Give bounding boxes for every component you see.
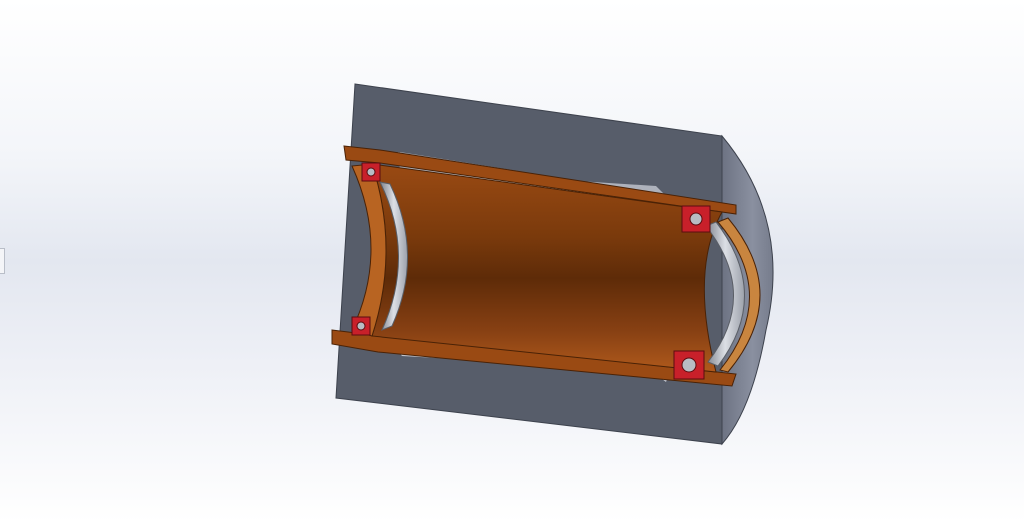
model-section-view[interactable] bbox=[0, 0, 1024, 522]
bearing-seal-top-right bbox=[681, 205, 711, 233]
bearing-seal-top-left bbox=[361, 162, 381, 182]
bearing-seal-bottom-left bbox=[351, 316, 371, 336]
graphics-viewport[interactable] bbox=[0, 0, 1024, 522]
bearing-seal-bottom-right bbox=[673, 350, 705, 380]
